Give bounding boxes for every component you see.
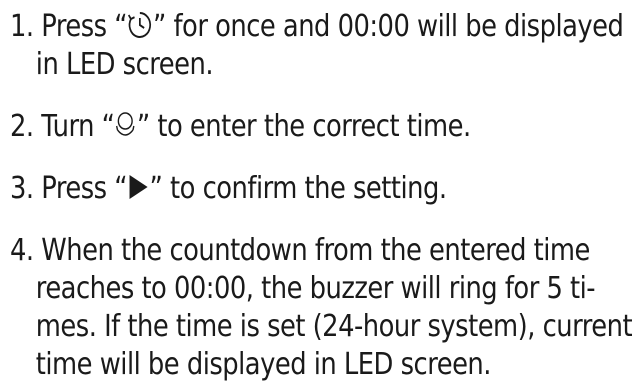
step-4: 4. When the countdown from the entered t… (10, 232, 633, 384)
start-triangle-icon (127, 172, 149, 202)
step-4-number: 4. (10, 233, 34, 268)
step-1-number: 1. (10, 9, 34, 44)
step-4-text-1: When the countdown from the entered time (41, 233, 590, 268)
step-4-line-3: mes. If the time is set (24-hour system)… (35, 309, 633, 344)
step-1-text-pre: Press “ (41, 9, 128, 44)
step-4-line-4: time will be displayed in LED screen. (35, 347, 492, 382)
step-1-text-post: ” for once and 00:00 will be displayed (152, 9, 624, 44)
step-1-line-1: 1. Press “ ” for once and 00:00 will be d… (10, 8, 624, 46)
step-2-number: 2. (10, 109, 34, 144)
step-1-line-2: in LED screen. (35, 47, 214, 82)
step-2: 2. Turn “ ” to enter the correct time. (10, 108, 545, 146)
step-4-line-2: reaches to 00:00, the buzzer will ring f… (35, 271, 596, 306)
step-2-text-post: ” to enter the correct time. (136, 109, 471, 144)
step-4-line-1: 4. When the countdown from the entered t… (10, 232, 590, 270)
step-3-line-1: 3. Press “ ” to confirm the setting. (10, 170, 545, 208)
timer-icon (127, 10, 153, 40)
step-3-text-pre: Press “ (41, 171, 128, 206)
step-3: 3. Press “ ” to confirm the setting. (10, 170, 545, 208)
step-2-line-1: 2. Turn “ ” to enter the correct time. (10, 108, 545, 146)
knob-icon (114, 110, 136, 140)
step-3-number: 3. (10, 171, 34, 206)
step-1: 1. Press “ ” for once and 00:00 will be d… (10, 8, 624, 84)
step-3-text-post: ” to confirm the setting. (149, 171, 448, 206)
step-2-text-pre: Turn “ (41, 109, 115, 144)
